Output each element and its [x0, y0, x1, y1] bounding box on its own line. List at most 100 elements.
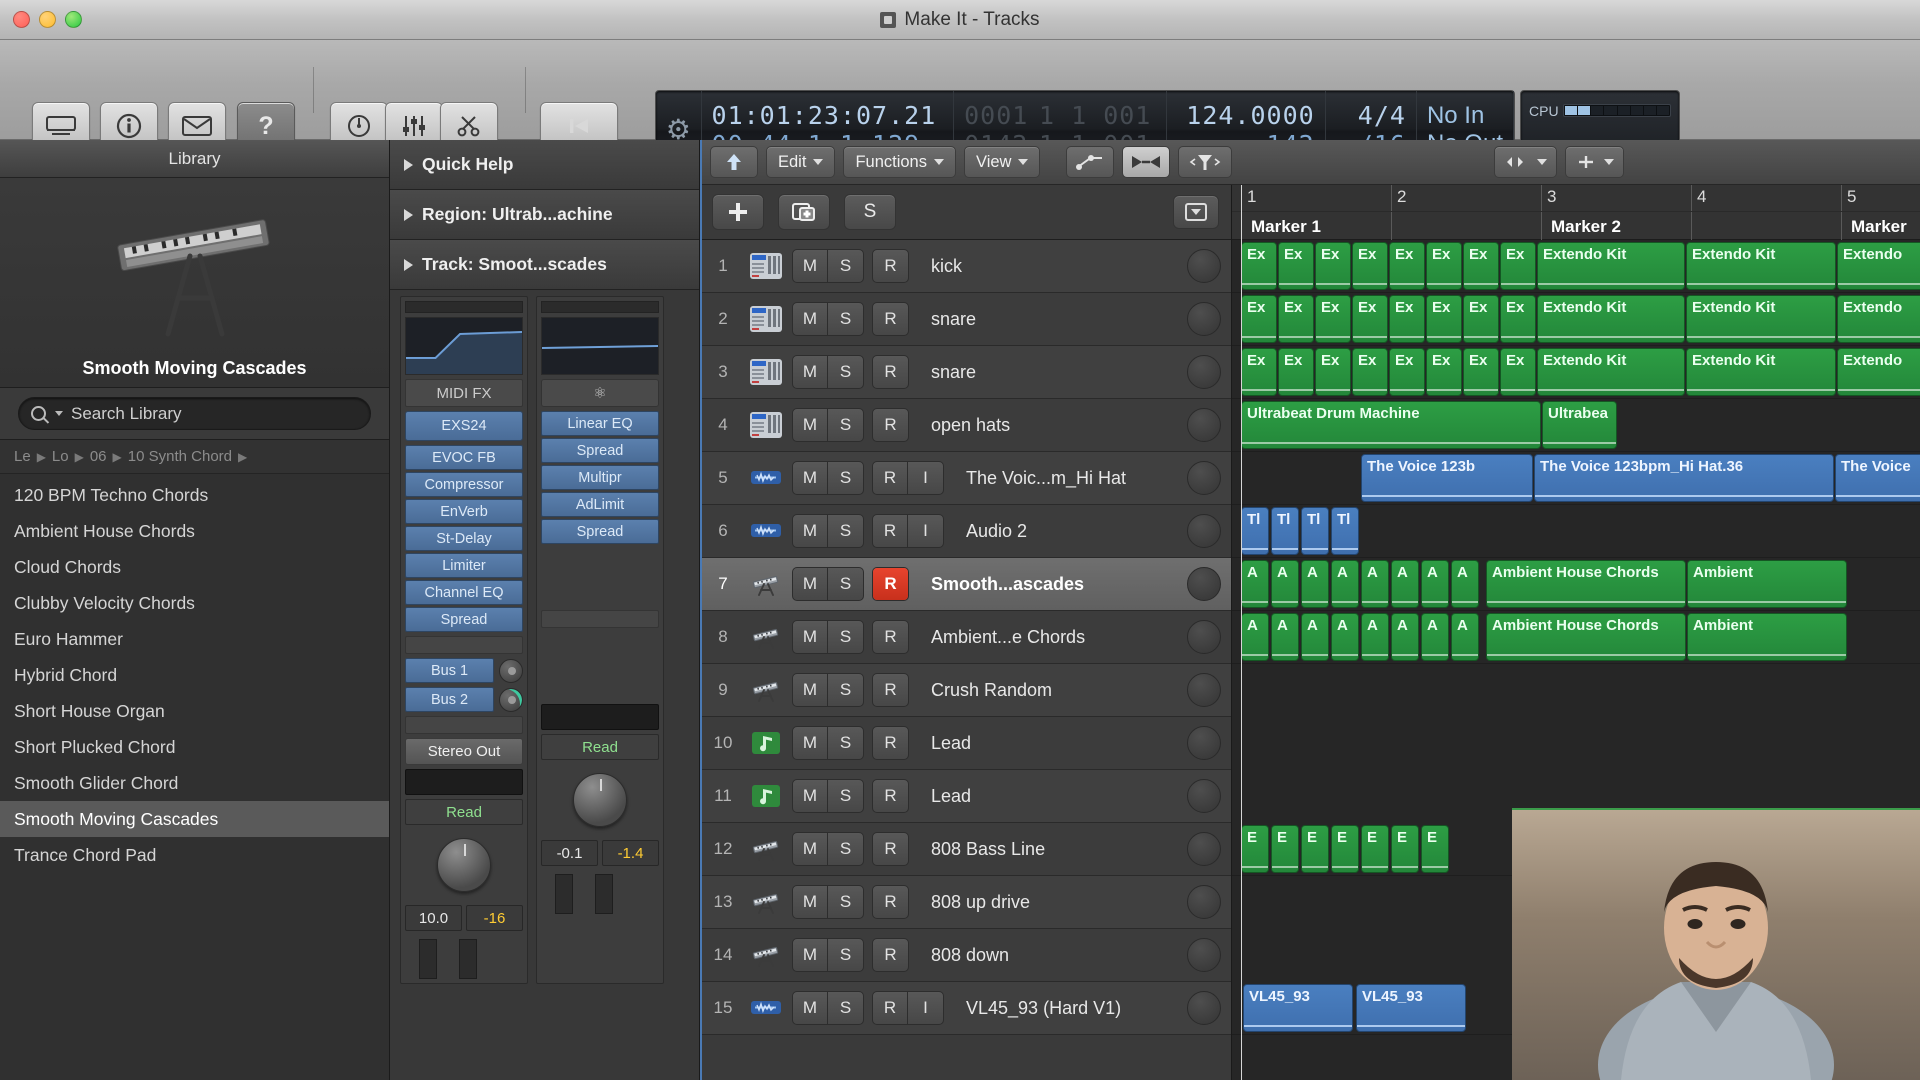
region[interactable]: Extendo Kit	[1537, 242, 1685, 290]
volume-value[interactable]: -0.1	[541, 840, 598, 866]
mute-solo-group[interactable]: MS	[792, 885, 864, 919]
region-inspector-row[interactable]: Region: Ultrab...achine	[390, 190, 699, 240]
solo-button[interactable]: S	[828, 992, 863, 1024]
duplicate-track-button[interactable]	[778, 194, 830, 230]
channel-setting-button[interactable]	[405, 301, 523, 313]
pan-knob[interactable]	[573, 773, 627, 827]
mute-solo-group[interactable]: MS	[792, 355, 864, 389]
region[interactable]: A	[1391, 613, 1419, 661]
add-track-button[interactable]	[712, 194, 764, 230]
solo-button[interactable]: S	[828, 568, 863, 600]
region[interactable]: Ex	[1389, 242, 1425, 290]
track-row[interactable]: 5 M S R I The Voic...m_Hi Hat	[702, 452, 1231, 505]
region[interactable]: Extendo Kit	[1686, 348, 1836, 396]
mute-button[interactable]: M	[793, 250, 828, 282]
record-enable-button[interactable]: R	[873, 621, 908, 653]
track-volume-knob[interactable]	[1187, 355, 1221, 389]
playhead[interactable]	[1241, 185, 1242, 1080]
mute-solo-group[interactable]: MS	[792, 673, 864, 707]
track-volume-knob[interactable]	[1187, 620, 1221, 654]
record-enable-button[interactable]: R	[873, 303, 908, 335]
region[interactable]: A	[1421, 613, 1449, 661]
track-icon[interactable]	[744, 410, 788, 440]
mute-solo-group[interactable]: MS	[792, 249, 864, 283]
insert-slot[interactable]: AdLimit	[541, 492, 659, 517]
insert-slot[interactable]: Multipr	[541, 465, 659, 490]
record-group[interactable]: R	[872, 726, 909, 760]
mute-solo-group[interactable]: MS	[792, 991, 864, 1025]
track-inspector-row[interactable]: Track: Smoot...scades	[390, 240, 699, 290]
track-lane[interactable]: Ex Ex Ex Ex Ex Ex Ex Ex Extendo Kit Extendo Kit Ex…	[1232, 240, 1920, 293]
track-name[interactable]: Lead	[909, 786, 1187, 807]
insert-slot[interactable]: St-Delay	[405, 526, 523, 551]
insert-slots[interactable]: Linear EQ Spread Multipr AdLimit Spread	[541, 411, 659, 544]
region[interactable]: A	[1301, 613, 1329, 661]
track-row[interactable]: 6 M S R I Audio 2	[702, 505, 1231, 558]
region[interactable]: Ambient	[1687, 560, 1847, 608]
record-enable-button[interactable]: R	[873, 886, 908, 918]
volume-fader[interactable]	[419, 939, 437, 979]
track-lane[interactable]: Ex Ex Ex Ex Ex Ex Ex Ex Extendo Kit Extendo Kit Ex…	[1232, 346, 1920, 399]
solo-button[interactable]: S	[828, 780, 863, 812]
insert-slot[interactable]: Channel EQ	[405, 580, 523, 605]
marker[interactable]: Marker 1	[1241, 212, 1541, 241]
input-monitor-button[interactable]: I	[908, 992, 943, 1024]
solo-button[interactable]: S	[828, 515, 863, 547]
breadcrumb-item-0[interactable]: Le	[14, 448, 31, 465]
region[interactable]: Extendo Kit	[1537, 348, 1685, 396]
mute-button[interactable]: M	[793, 674, 828, 706]
snap-button[interactable]	[1178, 146, 1233, 178]
menu-functions[interactable]: Functions	[843, 146, 956, 178]
track-row[interactable]: 4 M S Ropen hats	[702, 399, 1231, 452]
mute-solo-group[interactable]: MS	[792, 567, 864, 601]
track-row-list[interactable]: 1 M S Rkick 2 M S Rsnare 3 M S Rsnare 4 M S Ropen hats 5…	[702, 240, 1231, 1035]
empty-insert-slot[interactable]	[405, 636, 523, 654]
input-monitor-button[interactable]: I	[908, 515, 943, 547]
record-group[interactable]: R	[872, 620, 909, 654]
track-name[interactable]: VL45_93 (Hard V1)	[944, 998, 1187, 1019]
region[interactable]: A	[1241, 560, 1269, 608]
library-list-item[interactable]: Cloud Chords	[0, 549, 389, 585]
region[interactable]: Ex	[1352, 242, 1388, 290]
solo-button[interactable]: S	[828, 674, 863, 706]
solo-button[interactable]: S	[828, 409, 863, 441]
fader-area[interactable]	[405, 935, 523, 979]
track-row[interactable]: 9 M S R Crush Random	[702, 664, 1231, 717]
region[interactable]: The Voice 123b	[1361, 454, 1533, 502]
record-enable-button[interactable]: R	[873, 515, 908, 547]
track-name[interactable]: open hats	[909, 415, 1187, 436]
library-list-item[interactable]: Ambient House Chords	[0, 513, 389, 549]
track-row[interactable]: 15 M S R I VL45_93 (Hard V1)	[702, 982, 1231, 1035]
library-list-item[interactable]: Trance Chord Pad	[0, 837, 389, 873]
region[interactable]: A	[1331, 613, 1359, 661]
group-slot[interactable]	[405, 769, 523, 795]
record-group[interactable]: R	[872, 779, 909, 813]
region[interactable]: Tl	[1301, 507, 1329, 555]
region[interactable]: Ultrabeat Drum Machine	[1241, 401, 1541, 449]
eq-thumbnail[interactable]	[541, 317, 659, 375]
insert-slot[interactable]: Spread	[405, 607, 523, 632]
send-level-knob-1[interactable]	[499, 658, 523, 683]
track-icon[interactable]	[744, 304, 788, 334]
flex-button[interactable]	[1122, 146, 1171, 178]
region[interactable]: Ex	[1352, 348, 1388, 396]
track-icon[interactable]	[744, 675, 788, 705]
track-row[interactable]: 3 M S Rsnare	[702, 346, 1231, 399]
track-name[interactable]: The Voic...m_Hi Hat	[944, 468, 1187, 489]
menu-view[interactable]: View	[963, 146, 1041, 178]
track-volume-knob[interactable]	[1187, 514, 1221, 548]
track-row[interactable]: 13 M S R 808 up drive	[702, 876, 1231, 929]
track-row[interactable]: 10 M S R Lead	[702, 717, 1231, 770]
track-volume-knob[interactable]	[1187, 991, 1221, 1025]
track-icon[interactable]	[744, 781, 788, 811]
region[interactable]: The Voice 123bpm_Hi Hat.36	[1534, 454, 1834, 502]
record-enable-button[interactable]: R	[873, 409, 908, 441]
mute-button[interactable]: M	[793, 886, 828, 918]
region[interactable]: Ex	[1278, 348, 1314, 396]
solo-button[interactable]: S	[828, 727, 863, 759]
track-volume-knob[interactable]	[1187, 673, 1221, 707]
mute-solo-group[interactable]: MS	[792, 938, 864, 972]
track-icon[interactable]	[744, 357, 788, 387]
mute-button[interactable]: M	[793, 992, 828, 1024]
record-group[interactable]: RI	[872, 461, 944, 495]
